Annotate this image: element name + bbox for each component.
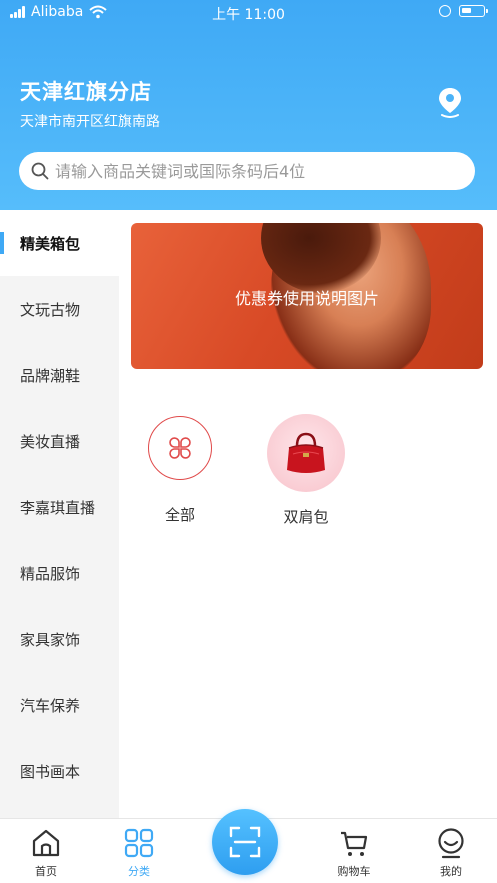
scan-icon [229, 826, 261, 858]
category-sidebar: 精美箱包 文玩古物 品牌潮鞋 美妆直播 李嘉琪直播 精品服饰 家具家饰 汽车保养… [0, 210, 119, 818]
sidebar-item-beauty-live[interactable]: 美妆直播 [0, 408, 119, 474]
sidebar-item-sneakers[interactable]: 品牌潮鞋 [0, 342, 119, 408]
tab-label: 分类 [128, 865, 150, 878]
sidebar-item-label: 汽车保养 [20, 696, 81, 715]
home-icon [32, 829, 60, 857]
battery-icon [459, 5, 488, 17]
sidebar-item-books[interactable]: 图书画本 [0, 738, 119, 804]
cart-icon [341, 831, 368, 856]
category-backpack-circle [267, 414, 345, 492]
sidebar-item-label: 家具家饰 [20, 630, 81, 649]
sidebar-item-bags[interactable]: 精美箱包 [0, 210, 119, 276]
category-all[interactable]: 全部 [140, 416, 220, 525]
location-pin-icon[interactable] [436, 86, 464, 118]
profile-icon [438, 828, 464, 859]
search-bar[interactable] [19, 152, 475, 190]
sidebar-item-label: 美妆直播 [20, 432, 81, 451]
sidebar-item-apparel[interactable]: 精品服饰 [0, 540, 119, 606]
category-label: 双肩包 [283, 508, 329, 526]
sidebar-item-label: 文玩古物 [20, 300, 81, 319]
sidebar-item-furniture[interactable]: 家具家饰 [0, 606, 119, 672]
tab-cart[interactable]: 购物车 [324, 827, 384, 879]
sidebar-item-label: 精品服饰 [20, 564, 81, 583]
sidebar-item-label: 李嘉琪直播 [20, 498, 96, 517]
category-all-circle [148, 416, 212, 480]
tab-category[interactable]: 分类 [109, 827, 169, 879]
status-time: 上午 11:00 [212, 7, 285, 23]
sidebar-item-label: 品牌潮鞋 [20, 366, 81, 385]
status-bar: Alibaba 上午 11:00 [0, 0, 497, 26]
tab-home[interactable]: 首页 [16, 827, 76, 879]
rotation-lock-icon [439, 5, 451, 17]
banner-caption: 优惠券使用说明图片 [234, 289, 379, 308]
bottom-tab-bar: 首页 分类 购物车 我的 [0, 809, 497, 883]
scan-button[interactable] [212, 809, 278, 875]
tab-label: 购物车 [337, 865, 371, 878]
sidebar-item-label: 精美箱包 [20, 234, 81, 253]
store-name[interactable]: 天津红旗分店 [20, 76, 152, 106]
tab-profile[interactable]: 我的 [421, 827, 481, 879]
search-input[interactable] [55, 161, 455, 181]
sidebar-item-car-care[interactable]: 汽车保养 [0, 672, 119, 738]
tab-label: 我的 [440, 865, 462, 878]
sidebar-item-label: 图书画本 [20, 762, 81, 781]
grid-icon [124, 828, 154, 858]
store-address: 天津市南开区红旗南路 [20, 114, 160, 130]
handbag-icon [287, 432, 325, 473]
search-icon [31, 162, 49, 180]
sidebar-item-antiques[interactable]: 文玩古物 [0, 276, 119, 342]
category-label: 全部 [164, 506, 195, 524]
clover-icon [169, 437, 191, 459]
status-right [439, 5, 488, 17]
store-header: Alibaba 上午 11:00 天津红旗分店 天津市南开区红旗南路 [0, 0, 497, 210]
tab-label: 首页 [35, 865, 57, 878]
coupon-banner[interactable]: 优惠券使用说明图片 [131, 223, 483, 369]
category-backpack[interactable]: 双肩包 [266, 414, 346, 527]
sidebar-item-li-jiaqi-live[interactable]: 李嘉琪直播 [0, 474, 119, 540]
